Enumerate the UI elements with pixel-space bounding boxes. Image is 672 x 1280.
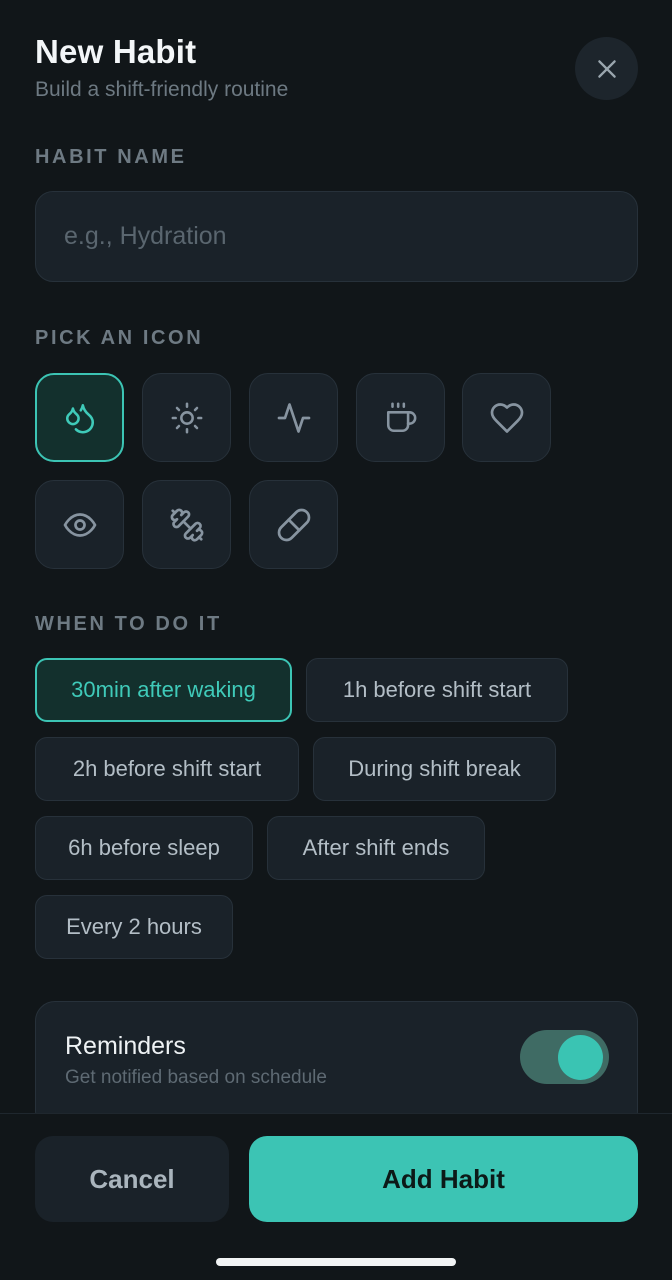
icon-option-droplets[interactable] [35, 373, 124, 462]
icon-option-coffee[interactable] [356, 373, 445, 462]
reminders-title: Reminders [65, 1032, 186, 1060]
timing-option[interactable]: After shift ends [267, 816, 485, 880]
new-habit-screen: New Habit Build a shift-friendly routine… [0, 0, 672, 1280]
droplets-icon [63, 401, 97, 435]
close-icon [594, 56, 620, 82]
pick-icon-label: PICK AN ICON [35, 327, 204, 349]
reminders-toggle[interactable] [520, 1030, 609, 1084]
cancel-button[interactable]: Cancel [35, 1136, 229, 1222]
close-button[interactable] [575, 37, 638, 100]
habit-name-input[interactable] [35, 191, 638, 282]
reminders-card: Reminders Get notified based on schedule [35, 1001, 638, 1131]
heart-icon [489, 400, 525, 436]
timing-option[interactable]: 6h before sleep [35, 816, 253, 880]
icon-option-heart[interactable] [462, 373, 551, 462]
activity-icon [276, 400, 312, 436]
eye-icon [62, 507, 98, 543]
icon-option-pill[interactable] [249, 480, 338, 569]
timing-option[interactable]: During shift break [313, 737, 556, 801]
toggle-knob [558, 1035, 603, 1080]
add-habit-button[interactable]: Add Habit [249, 1136, 638, 1222]
habit-name-label: HABIT NAME [35, 146, 187, 168]
icon-option-dumbbell[interactable] [142, 480, 231, 569]
icon-option-sun[interactable] [142, 373, 231, 462]
coffee-icon [384, 401, 418, 435]
icon-option-eye[interactable] [35, 480, 124, 569]
timing-option[interactable]: 30min after waking [35, 658, 292, 722]
timing-option[interactable]: Every 2 hours [35, 895, 233, 959]
sun-icon [170, 401, 204, 435]
home-indicator [216, 1258, 456, 1266]
icon-option-activity[interactable] [249, 373, 338, 462]
timing-option[interactable]: 1h before shift start [306, 658, 568, 722]
page-subtitle: Build a shift-friendly routine [35, 78, 289, 101]
page-title: New Habit [35, 33, 197, 70]
timing-option[interactable]: 2h before shift start [35, 737, 299, 801]
pill-icon [276, 507, 312, 543]
dumbbell-icon [169, 507, 205, 543]
when-to-do-it-label: WHEN TO DO IT [35, 613, 222, 635]
reminders-subtitle: Get notified based on schedule [65, 1067, 327, 1088]
